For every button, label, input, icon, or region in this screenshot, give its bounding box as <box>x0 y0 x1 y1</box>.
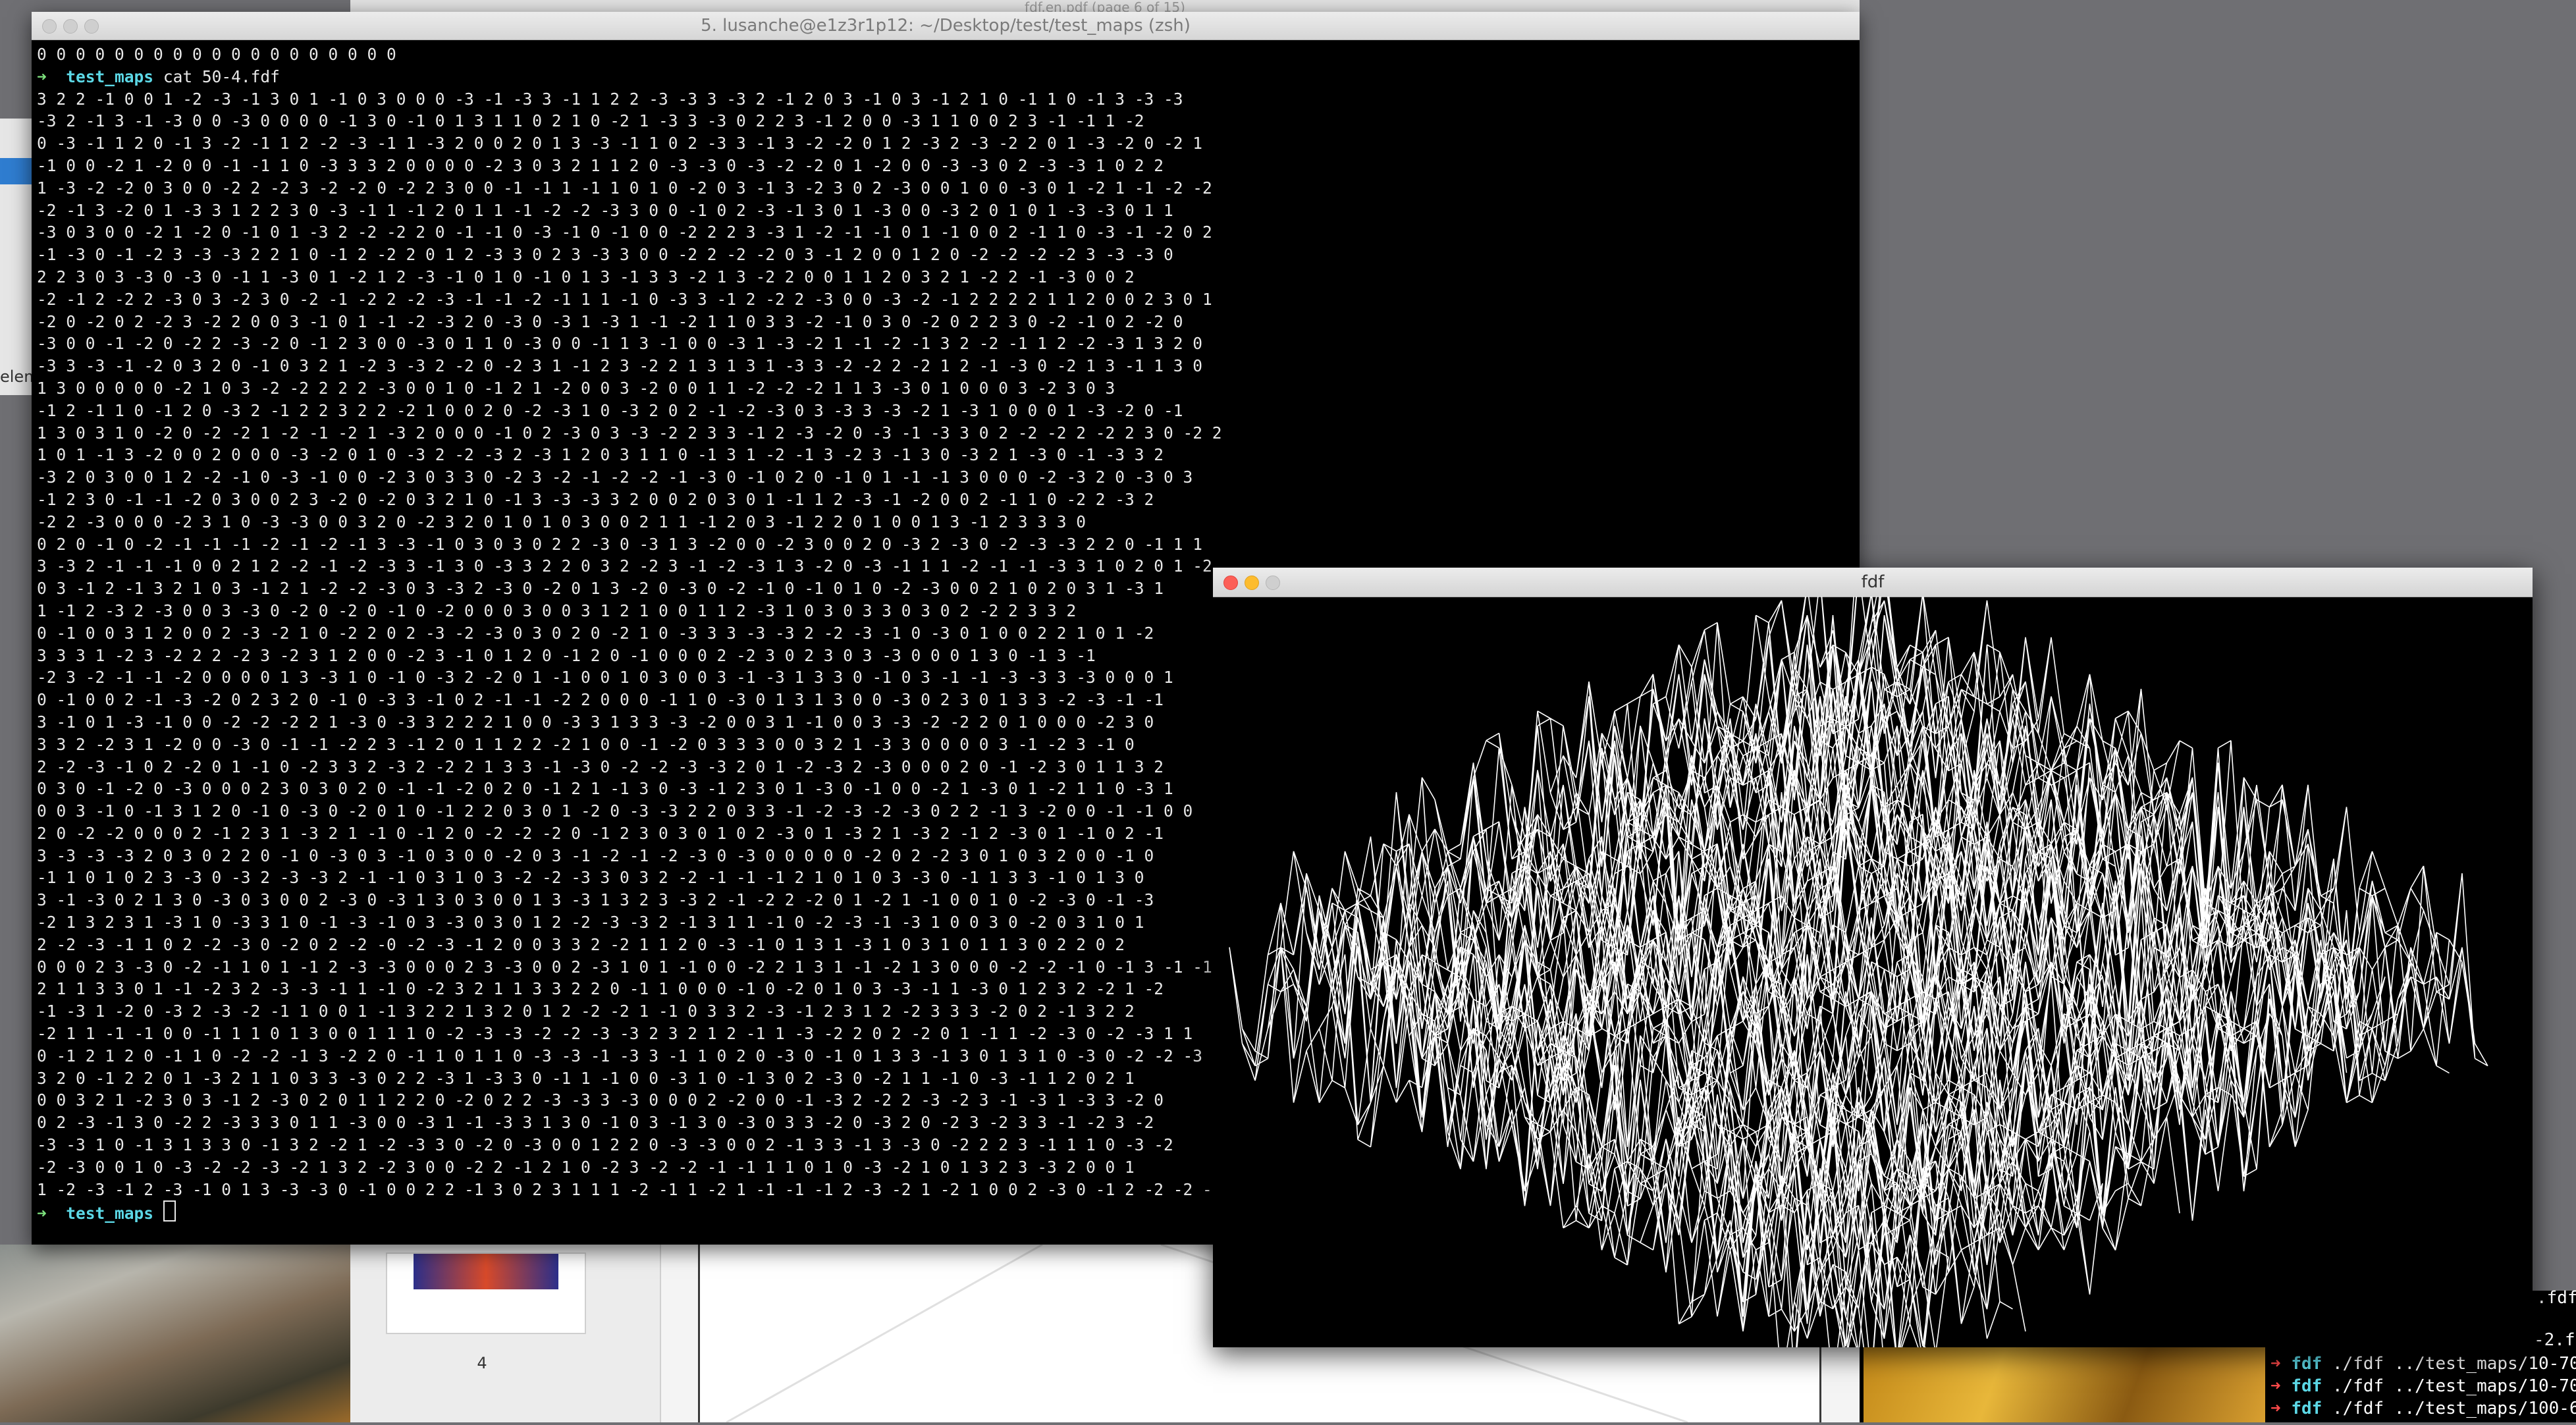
text-cursor <box>163 1200 176 1222</box>
second-terminal-line: ➜ fdf ./fdf ../test_maps/10-70.f <box>2270 1354 2576 1374</box>
map-row: -1 0 0 -2 1 -2 0 0 -1 -1 1 0 -3 3 3 2 0 … <box>37 155 1164 175</box>
terminal-title: 5. lusanche@e1z3r1p12: ~/Desktop/test/te… <box>701 16 1191 36</box>
page-thumbnail[interactable] <box>386 1252 586 1334</box>
background-window-selection <box>0 158 33 184</box>
map-row: 3 2 2 -1 0 0 1 -2 -3 -1 3 0 1 -1 0 3 0 0… <box>37 89 1183 109</box>
map-row: -2 0 -2 0 2 -2 3 -2 2 0 0 3 -1 0 1 -1 -2… <box>37 311 1183 331</box>
map-row: -3 2 -1 3 -1 -3 0 0 -3 0 0 0 0 -1 3 0 -1… <box>37 111 1144 131</box>
map-row: 0 -3 -1 1 2 0 -1 3 -2 -1 1 2 -2 -3 -1 1 … <box>37 134 1203 153</box>
map-row: -2 2 -3 0 0 0 -2 3 1 0 -3 -3 0 0 3 2 0 -… <box>37 512 1087 531</box>
map-row: -3 3 -3 -1 -2 0 3 2 0 -1 0 3 2 1 -2 3 -3… <box>37 356 1203 376</box>
map-row: -1 2 3 0 -1 -1 -2 0 3 0 0 2 3 -2 0 -2 0 … <box>37 489 1154 509</box>
wireframe-render <box>1229 597 2488 1347</box>
map-row: -1 2 -1 1 0 -1 2 0 -3 2 -1 2 2 3 2 2 -2 … <box>37 400 1183 420</box>
map-row: -3 2 0 3 0 0 1 2 -2 -1 0 -3 -1 0 0 -2 3 … <box>37 468 1193 487</box>
map-row: 1 3 0 3 1 0 -2 0 -2 -2 1 -2 -1 -2 1 -3 2… <box>37 423 1222 443</box>
map-row: -2 -1 3 -2 0 1 -3 3 1 2 2 3 0 -3 -1 1 -1… <box>37 200 1173 220</box>
map-row: -3 0 0 -1 -2 0 -2 2 -3 -2 0 -1 2 3 0 0 -… <box>37 334 1203 354</box>
prompt-arrow: ➜ <box>37 67 47 86</box>
command-text: cat 50-4.fdf <box>163 67 280 86</box>
thumbnail-image <box>414 1254 558 1289</box>
map-row: -1 -3 0 -1 -2 3 -3 -3 2 2 1 0 -1 2 -2 2 … <box>37 245 1173 265</box>
second-terminal-line: ➜ fdf ./fdf ../test_maps/10-70.f <box>2270 1376 2576 1396</box>
map-row: -2 -1 2 -2 2 -3 0 3 -2 3 0 -2 -1 -2 2 -2… <box>37 289 1212 309</box>
desktop-autumn-photo <box>1864 1346 2265 1422</box>
second-terminal-fragment: -2.fd <box>2534 1330 2576 1350</box>
desktop-wallpaper <box>0 1245 350 1422</box>
map-row: -3 0 3 0 0 -2 1 -2 0 -1 0 1 -3 2 -2 -2 2… <box>37 223 1212 242</box>
prompt-directory: test_maps <box>66 1204 154 1223</box>
map-row: 2 2 3 0 3 -3 0 -3 0 -1 1 -3 0 1 -2 1 2 -… <box>37 267 1135 286</box>
command-line: ➜ test_maps cat 50-4.fdf <box>37 66 1854 88</box>
second-terminal-fragment: .fdf <box>2536 1288 2576 1308</box>
fdf-window[interactable]: fdf <box>1213 568 2533 1347</box>
prompt-arrow: ➜ <box>37 1204 47 1223</box>
fdf-title: fdf <box>1861 572 1885 592</box>
map-row: 1 0 1 -1 3 -2 0 0 2 0 0 0 -3 -2 0 1 0 -3… <box>37 445 1164 465</box>
wireframe-mesh <box>1229 597 2488 1347</box>
terminal-line: 0 0 0 0 0 0 0 0 0 0 0 0 0 0 0 0 0 0 0 <box>37 45 396 64</box>
map-row: 1 -3 -2 -2 0 3 0 0 -2 2 -2 3 -2 -2 0 -2 … <box>37 178 1212 198</box>
map-row: 1 3 0 0 0 0 0 -2 1 0 3 -2 -2 2 2 2 -3 0 … <box>37 378 1115 398</box>
prompt-directory: test_maps <box>66 67 154 86</box>
terminal-titlebar[interactable]: 5. lusanche@e1z3r1p12: ~/Desktop/test/te… <box>32 12 1860 40</box>
second-terminal-line: ➜ fdf ./fdf ../test_maps/100-6 <box>2270 1399 2576 1418</box>
map-row: 0 2 0 -1 0 -2 -1 -1 -1 -2 -1 -2 -1 3 -3 … <box>37 534 1203 554</box>
fdf-titlebar[interactable]: fdf <box>1213 568 2533 597</box>
thumbnail-page-number: 4 <box>477 1354 487 1372</box>
